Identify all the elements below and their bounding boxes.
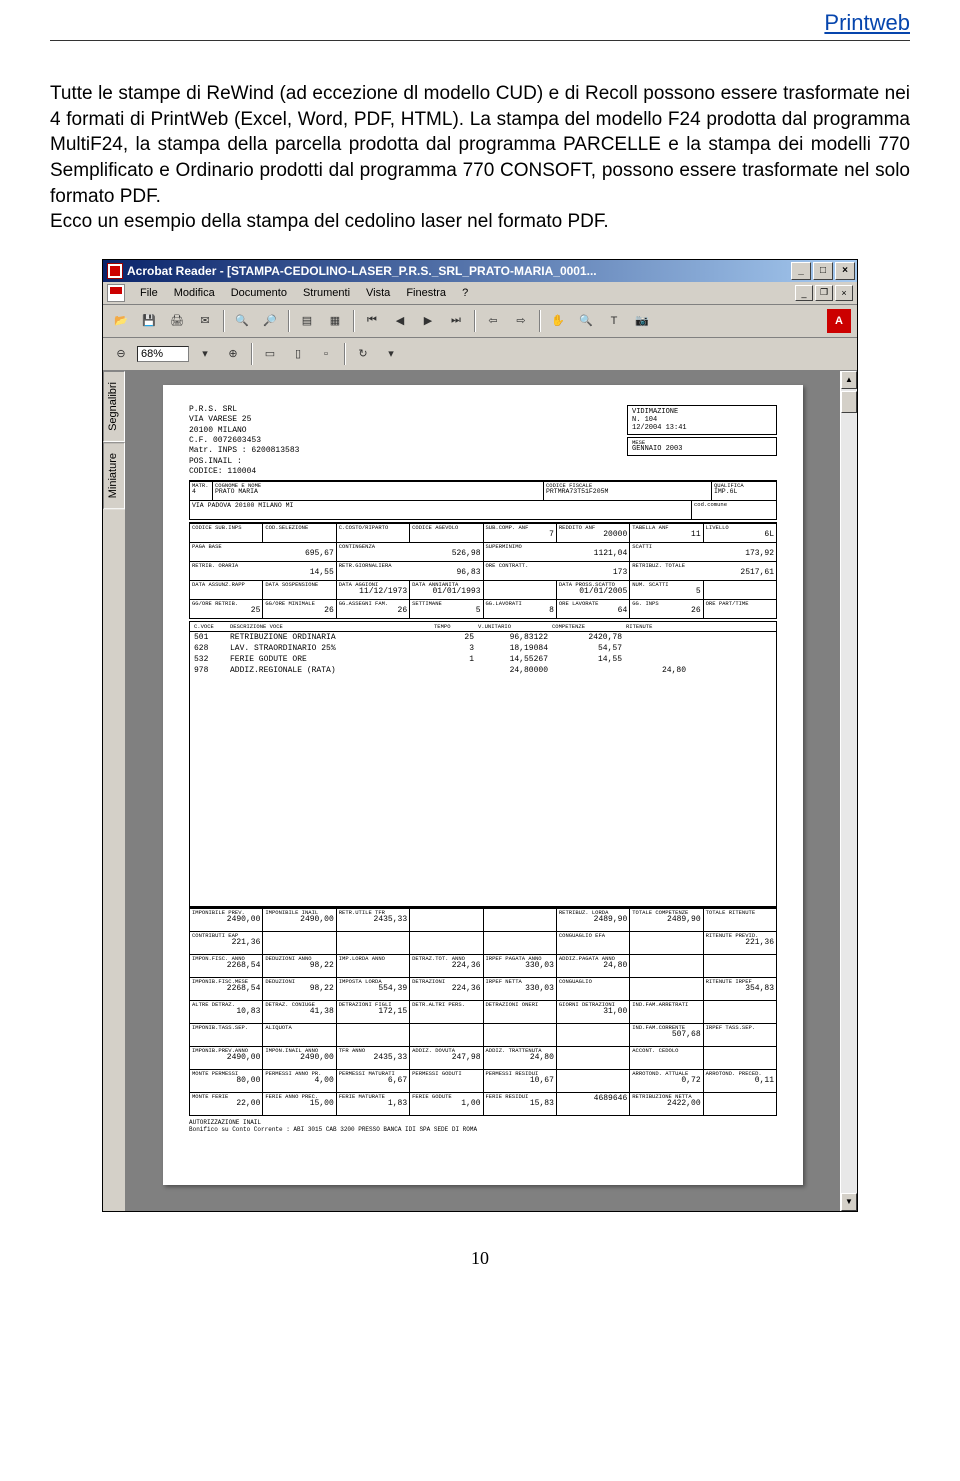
text-select-icon[interactable]: T [602, 309, 626, 333]
zoom-in-icon[interactable]: ⊕ [221, 342, 245, 366]
minimize-button[interactable]: _ [791, 262, 811, 280]
zoom-dropdown-icon[interactable]: ▾ [193, 342, 217, 366]
expand-icon[interactable]: ▦ [323, 309, 347, 333]
menu-modifica[interactable]: Modifica [167, 285, 222, 301]
menu-documento[interactable]: Documento [224, 285, 294, 301]
close-button[interactable]: × [835, 262, 855, 280]
menubar: File Modifica Documento Strumenti Vista … [103, 282, 857, 305]
voci-section: C.VOCEDESCRIZIONE VOCETEMPOV.UNITARIOCOM… [189, 621, 777, 907]
find-next-icon[interactable]: 🔎 [258, 309, 282, 333]
side-tabs: Segnalibri Miniature [103, 371, 126, 1211]
pdf-doc-icon [107, 284, 125, 302]
mdi-restore-button[interactable]: ❐ [815, 285, 833, 301]
zoom-tool-icon[interactable]: 🔍 [574, 309, 598, 333]
mail-icon[interactable]: ✉ [193, 309, 217, 333]
page-header-link: Printweb [0, 0, 960, 36]
titlebar: Acrobat Reader - [STAMPA-CEDOLINO-LASER_… [103, 260, 857, 282]
paragraph-1: Tutte le stampe di ReWind (ad eccezione … [50, 83, 910, 207]
mdi-close-button[interactable]: × [835, 285, 853, 301]
toolbar-zoom: ⊖ 68% ▾ ⊕ ▭ ▯ ▫ ↻ ▾ [103, 338, 857, 371]
menu-strumenti[interactable]: Strumenti [296, 285, 357, 301]
header-rule [50, 40, 910, 41]
first-page-icon[interactable]: ⏮ [360, 309, 384, 333]
save-icon[interactable]: 💾 [137, 309, 161, 333]
maximize-button[interactable]: □ [813, 262, 833, 280]
body-paragraphs: Tutte le stampe di ReWind (ad eccezione … [50, 81, 910, 235]
toolbar-main: 📂 💾 🖨 ✉ 🔍 🔎 ▤ ▦ ⏮ ◀ ▶ ⏭ ⇦ ⇨ ✋ 🔍 T 📷 A [103, 305, 857, 338]
scroll-down-icon[interactable]: ▼ [841, 1193, 857, 1211]
scroll-thumb[interactable] [841, 391, 857, 413]
forward-icon[interactable]: ⇨ [509, 309, 533, 333]
adobe-logo-icon: A [827, 309, 851, 333]
prev-page-icon[interactable]: ◀ [388, 309, 412, 333]
menu-finestra[interactable]: Finestra [399, 285, 453, 301]
pdf-app-icon [107, 263, 123, 279]
menu-vista[interactable]: Vista [359, 285, 397, 301]
fit-page-icon[interactable]: ▭ [258, 342, 282, 366]
last-page-icon[interactable]: ⏭ [444, 309, 468, 333]
zoom-combo[interactable]: 68% [137, 346, 189, 362]
hand-tool-icon[interactable]: ✋ [546, 309, 570, 333]
tab-segnalibri[interactable]: Segnalibri [103, 371, 125, 442]
show-bookmarks-icon[interactable]: ▤ [295, 309, 319, 333]
actual-size-icon[interactable]: ▫ [314, 342, 338, 366]
scroll-up-icon[interactable]: ▲ [841, 371, 857, 389]
next-page-icon[interactable]: ▶ [416, 309, 440, 333]
back-icon[interactable]: ⇦ [481, 309, 505, 333]
page-number: 10 [0, 1212, 960, 1287]
work-area: Segnalibri Miniature P.R.S. SRL VIA VARE… [103, 371, 857, 1211]
vertical-scrollbar[interactable]: ▲ ▼ [840, 371, 857, 1211]
rotate-dropdown-icon[interactable]: ▾ [379, 342, 403, 366]
zoom-out-icon[interactable]: ⊖ [109, 342, 133, 366]
employee-row: MATR.4 COGNOME E NOMEPRATO MARIA CODICE … [189, 480, 777, 520]
company-block: P.R.S. SRL VIA VARESE 25 20100 MILANO C.… [189, 405, 299, 478]
totals-grid: IMPONIBILE PREV.2490,00IMPONIBILE INAIL2… [189, 907, 777, 1116]
print-icon[interactable]: 🖨 [165, 309, 189, 333]
find-icon[interactable]: 🔍 [230, 309, 254, 333]
snapshot-icon[interactable]: 📷 [630, 309, 654, 333]
tab-miniature[interactable]: Miniature [103, 442, 125, 509]
mdi-minimize-button[interactable]: _ [795, 285, 813, 301]
mese-box: MESE GENNAIO 2003 [627, 437, 777, 457]
acrobat-window: Acrobat Reader - [STAMPA-CEDOLINO-LASER_… [102, 259, 858, 1212]
paragraph-2: Ecco un esempio della stampa del cedolin… [50, 211, 609, 232]
pdf-page: P.R.S. SRL VIA VARESE 25 20100 MILANO C.… [163, 385, 803, 1185]
fit-width-icon[interactable]: ▯ [286, 342, 310, 366]
rotate-icon[interactable]: ↻ [351, 342, 375, 366]
document-viewport[interactable]: P.R.S. SRL VIA VARESE 25 20100 MILANO C.… [126, 371, 840, 1211]
menu-help[interactable]: ? [455, 285, 475, 301]
vidimazione-box: VIDIMAZIONE N. 104 12/2004 13:41 [627, 405, 777, 435]
header-grid: CODICE SUB.INPSCOD.SELEZIONEC.COSTO/RIPA… [189, 522, 777, 619]
cedolino-footer: AUTORIZZAZIONE INAIL Bonifico su Conto C… [189, 1119, 777, 1133]
menu-file[interactable]: File [133, 285, 165, 301]
window-title: Acrobat Reader - [STAMPA-CEDOLINO-LASER_… [127, 264, 791, 278]
open-icon[interactable]: 📂 [109, 309, 133, 333]
